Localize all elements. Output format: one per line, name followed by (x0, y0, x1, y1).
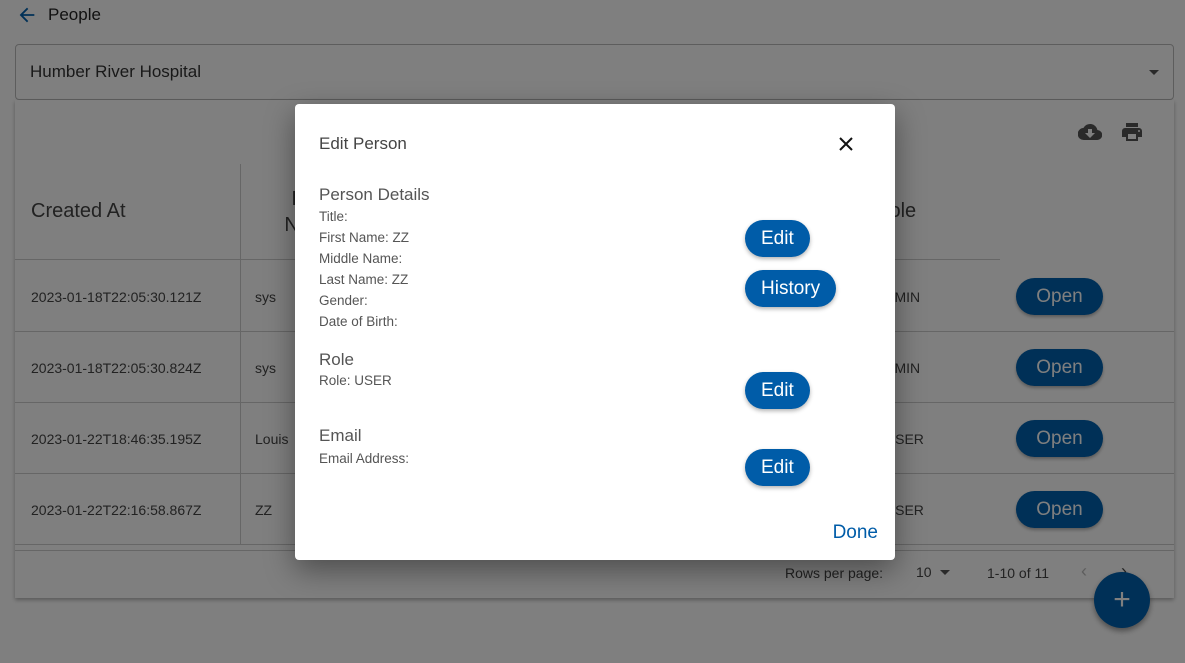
title-line: Title: (319, 209, 348, 224)
role-line: Role: USER (319, 373, 392, 388)
gender-line: Gender: (319, 293, 368, 308)
first-name-line: First Name: ZZ (319, 230, 409, 245)
dob-line: Date of Birth: (319, 314, 398, 329)
email-heading: Email (319, 426, 362, 445)
last-name-line: Last Name: ZZ (319, 272, 409, 287)
email-line: Email Address: (319, 451, 410, 466)
edit-person-dialog: Edit Person Person Details Title: First … (295, 104, 895, 560)
done-button[interactable]: Done (833, 522, 878, 544)
middle-name-line: Middle Name: (319, 251, 403, 266)
person-details-heading: Person Details (319, 185, 430, 204)
dialog-title: Edit Person (319, 134, 407, 153)
edit-role-button[interactable]: Edit (745, 372, 810, 409)
role-heading: Role (319, 350, 354, 369)
edit-email-button[interactable]: Edit (745, 449, 810, 486)
history-button[interactable]: History (745, 270, 837, 307)
close-icon[interactable] (836, 134, 856, 154)
edit-person-details-button[interactable]: Edit (745, 220, 810, 257)
